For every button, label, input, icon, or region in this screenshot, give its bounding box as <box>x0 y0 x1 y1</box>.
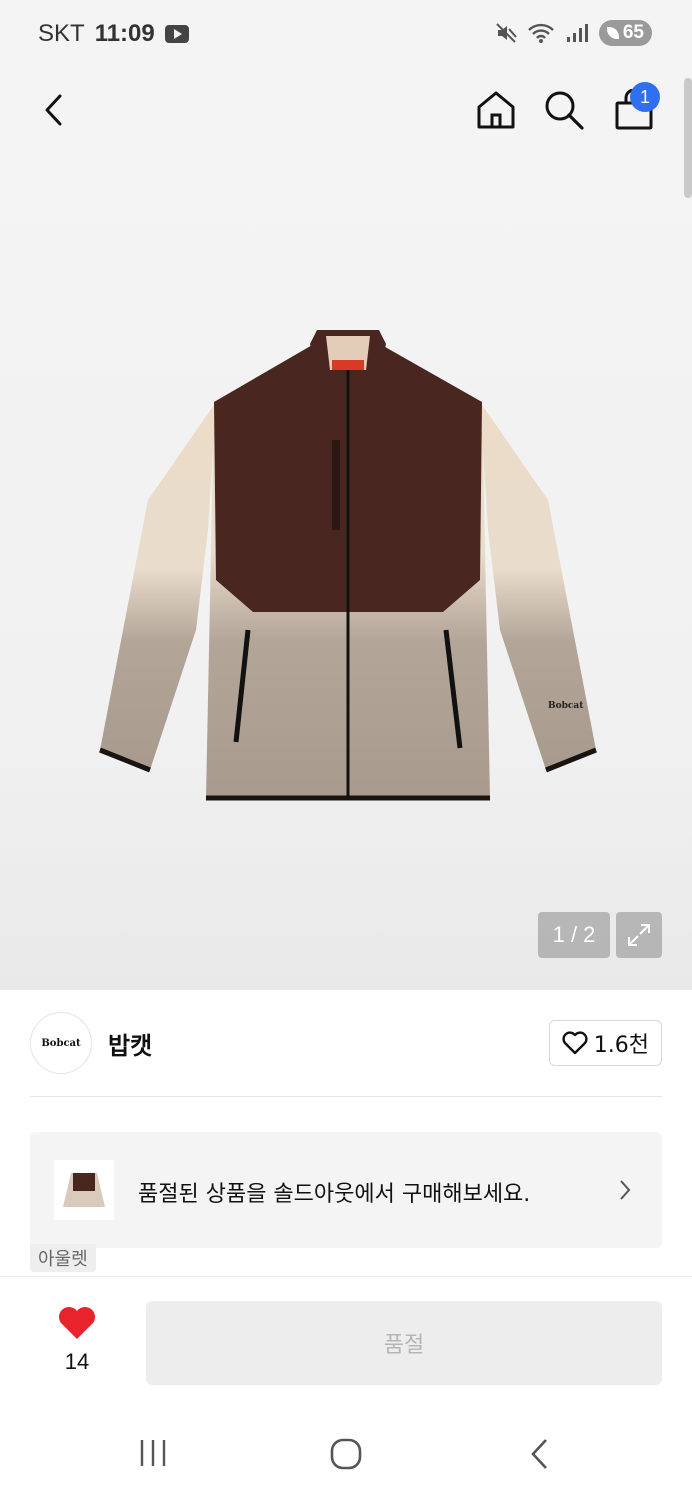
recent-apps-icon <box>140 1440 166 1466</box>
home-button[interactable] <box>470 84 522 136</box>
home-circle-icon <box>330 1438 362 1470</box>
battery-level: 65 <box>622 22 644 43</box>
product-logo-text: Bobcat <box>548 701 584 711</box>
brand-like-count: 1.6천 <box>593 1033 649 1058</box>
brand-like-button[interactable]: 1.6천 <box>548 1020 662 1066</box>
back-button[interactable] <box>28 84 80 136</box>
expand-icon <box>628 924 650 946</box>
wish-count: 14 <box>64 1349 90 1374</box>
clock: 11:09 <box>94 20 155 47</box>
mute-icon <box>496 23 517 43</box>
cart-count-badge: 1 <box>630 82 660 112</box>
home-icon <box>477 91 515 129</box>
back-chevron-icon <box>531 1439 547 1469</box>
image-pager: 1 / 2 <box>538 912 610 958</box>
gallery-controls: 1 / 2 <box>538 912 662 958</box>
outlet-tag: 아울렛 <box>30 1244 96 1272</box>
banner-thumbnail <box>54 1160 114 1220</box>
battery-icon: 65 <box>598 20 652 46</box>
search-button[interactable] <box>538 84 590 136</box>
chevron-right-icon <box>620 1180 631 1200</box>
expand-button[interactable] <box>616 912 662 958</box>
divider <box>30 1096 662 1097</box>
search-icon <box>545 91 584 130</box>
home-system-button[interactable] <box>330 1438 362 1474</box>
youtube-icon <box>164 25 189 43</box>
heart-filled-icon <box>59 1307 95 1339</box>
brand-logo-text: Bobcat <box>41 1037 81 1049</box>
brand-logo[interactable]: Bobcat <box>30 1012 92 1074</box>
brand-name[interactable]: 밥캣 <box>108 1026 152 1061</box>
brand-row: Bobcat 밥캣 1.6천 <box>30 1012 662 1076</box>
banner-text: 품절된 상품을 솔드아웃에서 구매해보세요. <box>138 1182 531 1207</box>
system-navigation-bar <box>0 1408 692 1500</box>
back-arrow-icon <box>45 94 62 126</box>
carrier-label: SKT <box>38 20 85 47</box>
soldout-button[interactable]: 품절 <box>146 1301 662 1385</box>
bottom-action-bar: 14 품절 <box>0 1276 692 1408</box>
product-image[interactable]: Bobcat <box>88 330 608 810</box>
wish-button[interactable]: 14 <box>50 1305 104 1375</box>
back-system-button[interactable] <box>528 1438 552 1474</box>
heart-outline-icon <box>562 1031 588 1055</box>
signal-icon <box>566 24 588 42</box>
top-navigation: 1 <box>0 72 692 148</box>
soldout-banner[interactable]: 품절된 상품을 솔드아웃에서 구매해보세요. <box>30 1132 662 1248</box>
cart-button[interactable]: 1 <box>608 82 660 136</box>
status-bar: SKT 11:09 65 <box>0 0 692 72</box>
recent-apps-button[interactable] <box>138 1438 168 1472</box>
wifi-icon <box>528 23 554 43</box>
